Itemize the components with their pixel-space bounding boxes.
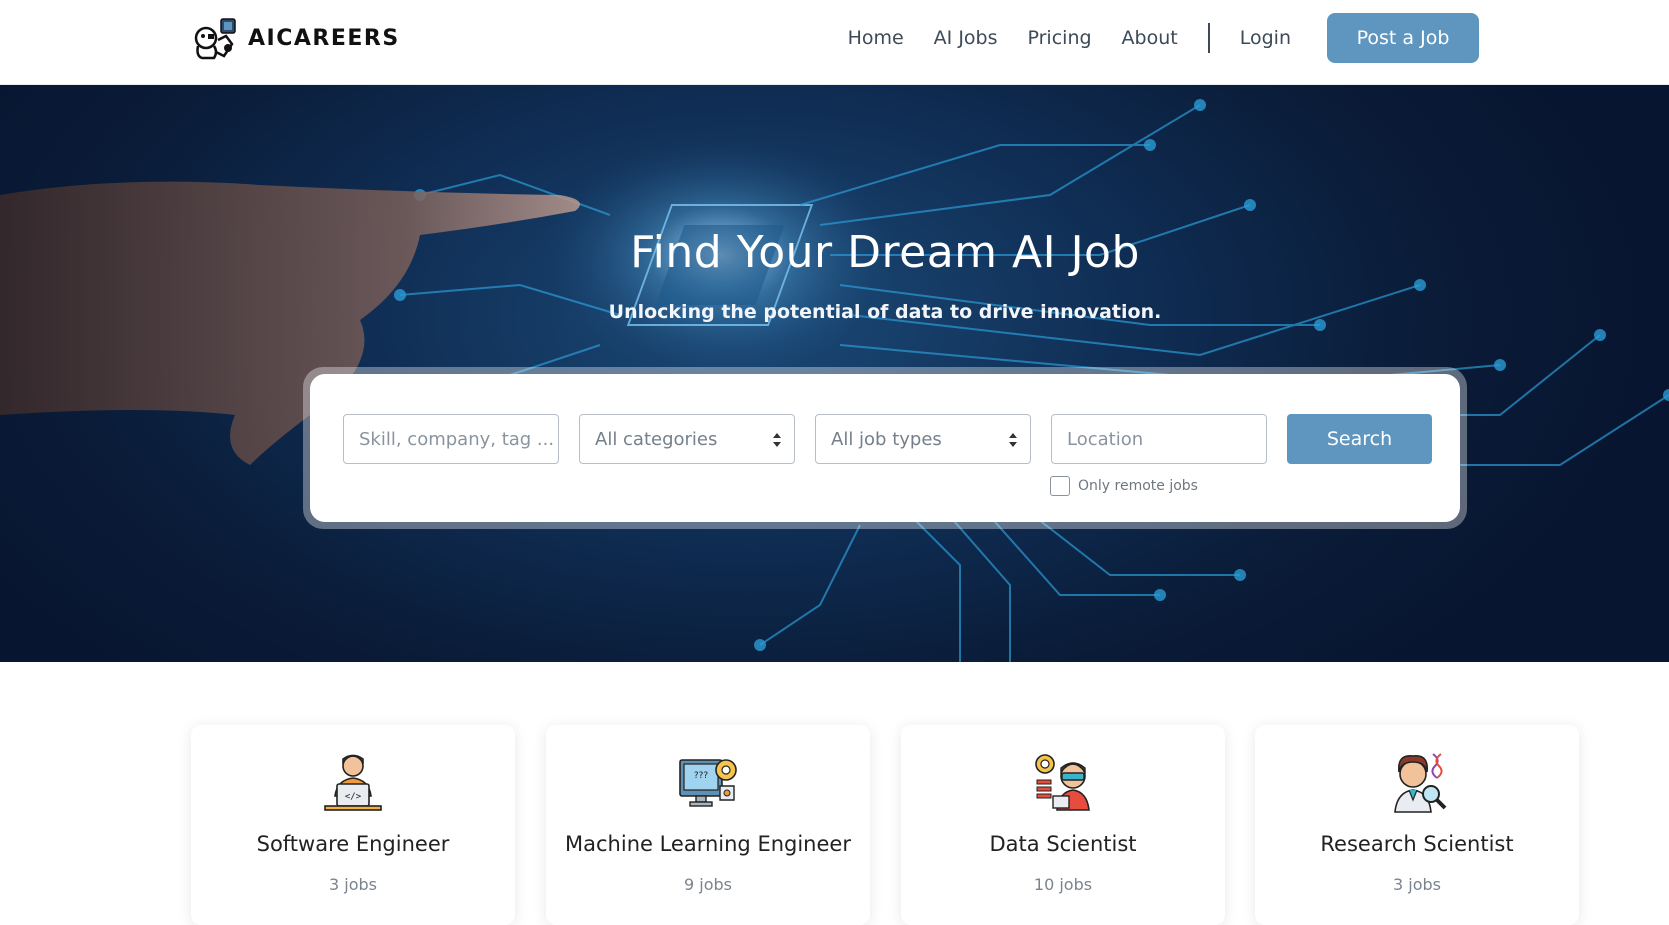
hero-subtitle: Unlocking the potential of data to drive…: [608, 301, 1162, 323]
svg-text:???: ???: [694, 771, 709, 781]
login-link[interactable]: Login: [1240, 27, 1291, 49]
nav-divider: [1207, 22, 1210, 53]
machine-learning-icon: ???: [679, 759, 737, 807]
brand-name: AICAREERS: [248, 25, 400, 51]
software-engineer-icon: </>: [324, 754, 382, 811]
hero-title: Find Your Dream AI Job: [630, 227, 1140, 278]
data-scientist-icon: [1035, 754, 1090, 811]
main-nav: Home AI Jobs Pricing About Login Post a …: [818, 0, 1479, 75]
category-job-count: 3 jobs: [329, 875, 377, 894]
brand-logo[interactable]: AICAREERS: [192, 16, 400, 60]
select-arrows-icon: [1009, 433, 1017, 447]
category-card-software-engineer[interactable]: </> Software Engineer 3 jobs: [191, 725, 515, 925]
job-search-panel: Skill, company, tag ... All categories A…: [303, 367, 1467, 529]
select-arrows-icon: [773, 433, 781, 447]
robot-head-logo-icon: [194, 18, 236, 60]
research-scientist-icon: [1394, 753, 1447, 813]
category-job-count: 3 jobs: [1393, 875, 1441, 894]
hero-banner: Find Your Dream AI Job Unlocking the pot…: [0, 85, 1669, 662]
post-job-button[interactable]: Post a Job: [1327, 12, 1479, 63]
remote-only-checkbox[interactable]: [1050, 476, 1070, 496]
job-search-form: Skill, company, tag ... All categories A…: [310, 374, 1460, 522]
nav-ai-jobs[interactable]: AI Jobs: [934, 27, 998, 49]
search-button[interactable]: Search: [1287, 414, 1432, 464]
category-job-count: 10 jobs: [1033, 875, 1093, 894]
remote-filter: Only remote jobs: [1050, 476, 1198, 496]
job-type-select[interactable]: All job types: [815, 414, 1031, 464]
nav-home[interactable]: Home: [848, 27, 904, 49]
category-card-machine-learning-engineer[interactable]: ??? Machine Learning Engineer 9 jobs: [546, 725, 870, 925]
category-select[interactable]: All categories: [579, 414, 795, 464]
keyword-search-input[interactable]: Skill, company, tag ...: [343, 414, 559, 464]
category-card-data-scientist[interactable]: Data Scientist 10 jobs: [901, 725, 1225, 925]
svg-text:</>: </>: [345, 792, 362, 802]
category-title: Data Scientist: [989, 832, 1137, 856]
category-title: Machine Learning Engineer: [565, 832, 851, 856]
category-card-research-scientist[interactable]: Research Scientist 3 jobs: [1255, 725, 1579, 925]
site-header: AICAREERS Home AI Jobs Pricing About Log…: [0, 0, 1669, 85]
nav-about[interactable]: About: [1122, 27, 1178, 49]
nav-pricing[interactable]: Pricing: [1028, 27, 1092, 49]
location-input[interactable]: Location: [1051, 414, 1267, 464]
category-title: Research Scientist: [1320, 832, 1514, 856]
remote-only-label[interactable]: Only remote jobs: [1078, 478, 1198, 494]
category-title: Software Engineer: [256, 832, 450, 856]
category-job-count: 9 jobs: [684, 875, 732, 894]
